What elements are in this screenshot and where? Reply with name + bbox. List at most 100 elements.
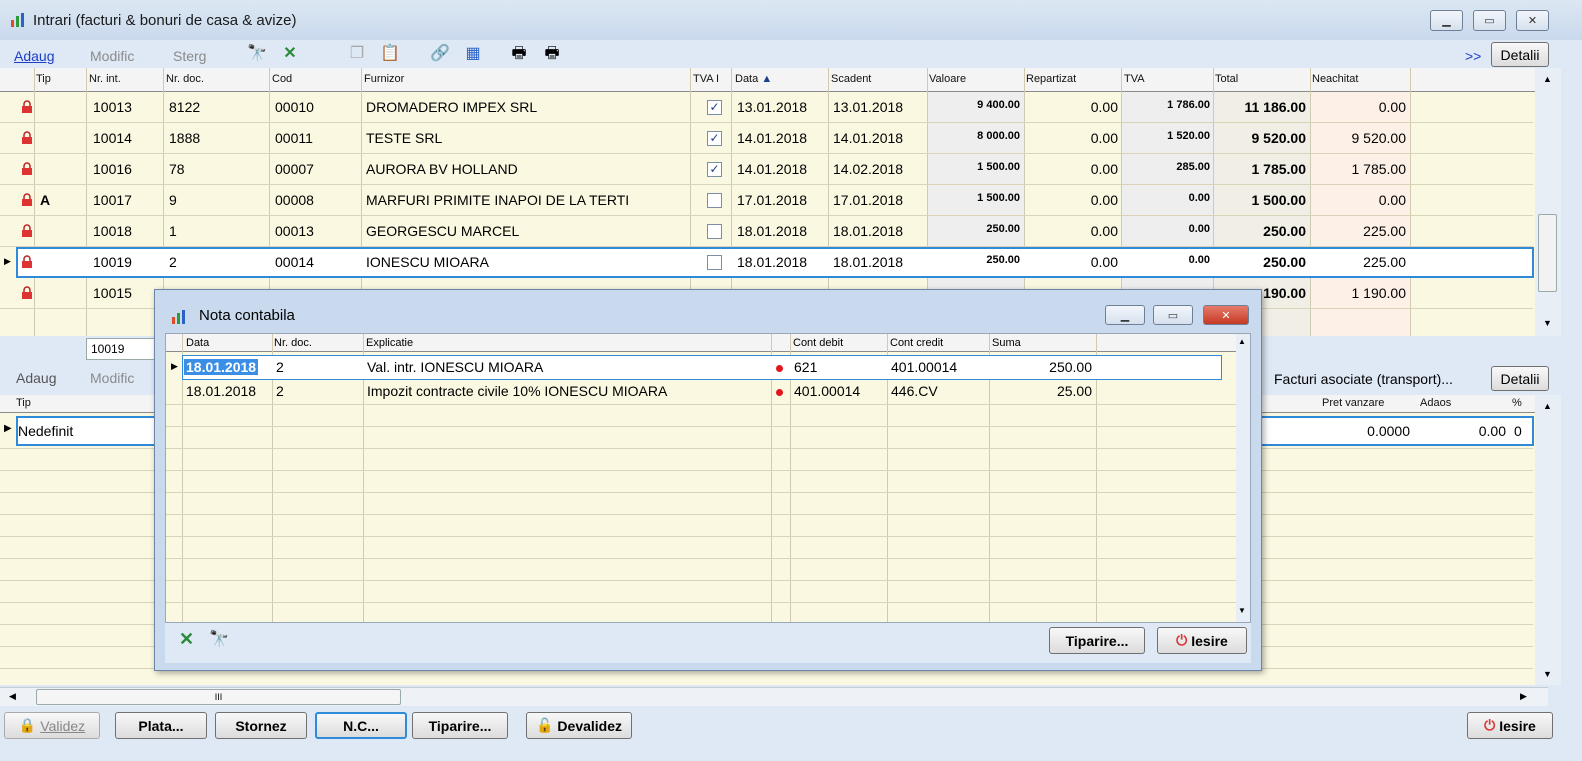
col-scadent[interactable]: Scadent	[831, 73, 871, 85]
dialog-maximize-button[interactable]: ▭	[1153, 305, 1193, 325]
col-total[interactable]: Total	[1215, 73, 1238, 85]
dlg-col-debit[interactable]: Cont debit	[793, 337, 843, 349]
lower-details-button[interactable]: Detalii	[1491, 366, 1549, 391]
tiparire-button[interactable]: Tiparire...	[412, 712, 508, 739]
excel-icon[interactable]: ✕	[179, 629, 194, 650]
valoare-cell: 9 400.00	[977, 99, 1020, 111]
maximize-icon: ▭	[1484, 15, 1495, 27]
tva-checkbox[interactable]	[707, 224, 722, 239]
devalidez-button[interactable]: 🔓 Devalidez	[526, 712, 632, 739]
col-tva-i[interactable]: TVA I	[693, 73, 719, 85]
dialog-minimize-button[interactable]: ▁	[1105, 305, 1145, 325]
dlg-col-data[interactable]: Data	[186, 337, 209, 349]
dlg-col-explicatie[interactable]: Explicatie	[366, 337, 413, 349]
current-nr-field[interactable]: 10019	[86, 338, 164, 360]
lower-col-pret[interactable]: Pret vanzare	[1322, 397, 1384, 409]
print-icon[interactable]: 🖶	[508, 44, 530, 64]
scroll-left-icon[interactable]: ◀	[9, 691, 16, 702]
lower-pct-cell: 0	[1514, 423, 1522, 439]
lower-vscroll[interactable]: ▲ ▼	[1535, 395, 1561, 685]
dialog-vscroll[interactable]: ▲ ▼	[1236, 334, 1250, 622]
col-cod[interactable]: Cod	[272, 73, 292, 85]
table-icon[interactable]: ▦	[462, 44, 484, 64]
dlg-scroll-down-icon[interactable]: ▼	[1238, 606, 1246, 615]
col-data[interactable]: Data ▲	[735, 73, 772, 85]
cod-cell: 00011	[275, 130, 313, 146]
stornez-button[interactable]: Stornez	[215, 712, 307, 739]
details-button[interactable]: Detalii	[1491, 42, 1549, 67]
repartizat-cell: 0.00	[1090, 130, 1118, 146]
copy-icon[interactable]: ❐	[346, 44, 368, 64]
close-button[interactable]: ✕	[1516, 10, 1549, 31]
dlg-scroll-up-icon[interactable]: ▲	[1238, 337, 1246, 346]
col-repartizat[interactable]: Repartizat	[1026, 73, 1076, 85]
main-vscroll[interactable]: ▲ ▼	[1535, 68, 1561, 336]
col-neachitat[interactable]: Neachitat	[1312, 73, 1358, 85]
delete-link[interactable]: Sterg	[173, 48, 206, 64]
nr-doc-cell: 1	[169, 223, 177, 239]
paste-icon[interactable]: 📋	[379, 44, 401, 64]
binoculars-icon[interactable]: 🔭	[246, 44, 268, 64]
valoare-cell: 250.00	[986, 223, 1020, 235]
minimize-button[interactable]: ▁	[1430, 10, 1463, 31]
dlg-col-credit[interactable]: Cont credit	[890, 337, 943, 349]
hscroll[interactable]: ◀ III ▶	[0, 687, 1548, 706]
lower-scroll-down-icon[interactable]: ▼	[1543, 669, 1552, 679]
lower-modify-link[interactable]: Modific	[90, 370, 134, 386]
plata-button[interactable]: Plata...	[115, 712, 207, 739]
app-icon	[11, 13, 24, 27]
lower-col-adaos[interactable]: Adaos	[1420, 397, 1451, 409]
link-icon[interactable]: 🔗	[429, 44, 451, 64]
scroll-right-icon[interactable]: ▶	[1520, 691, 1527, 702]
modify-link[interactable]: Modific	[90, 48, 134, 64]
lower-col-pct[interactable]: %	[1512, 397, 1522, 409]
associated-invoices-link[interactable]: Facturi asociate (transport)...	[1274, 371, 1453, 387]
dialog-print-button[interactable]: Tiparire...	[1049, 627, 1145, 654]
dlg-col-nr-doc[interactable]: Nr. doc.	[274, 337, 312, 349]
col-valoare[interactable]: Valoare	[929, 73, 966, 85]
col-tip[interactable]: Tip	[36, 73, 51, 85]
lower-tip-cell: Nedefinit	[18, 423, 74, 439]
lock-icon	[21, 224, 33, 238]
furnizor-cell: GEORGESCU MARCEL	[366, 223, 520, 239]
dlg-r1-data: 18.01.2018	[184, 359, 259, 375]
total-cell: 250.00	[1263, 223, 1306, 239]
validate-button[interactable]: 🔒 Validez	[4, 712, 100, 739]
nc-button[interactable]: N.C...	[315, 712, 407, 739]
lower-add-link[interactable]: Adaug	[16, 370, 56, 386]
neachitat-cell: 1 785.00	[1351, 161, 1407, 177]
scroll-up-icon[interactable]: ▲	[1543, 74, 1552, 84]
lower-scroll-up-icon[interactable]: ▲	[1543, 401, 1552, 411]
tva-cell: 285.00	[1176, 161, 1210, 173]
scroll-thumb[interactable]	[1538, 214, 1557, 292]
col-nr-doc[interactable]: Nr. doc.	[166, 73, 204, 85]
neachitat-cell: 1 190.00	[1351, 285, 1407, 301]
col-tva[interactable]: TVA	[1124, 73, 1145, 85]
red-dot-icon	[776, 389, 783, 396]
binoculars-icon[interactable]: 🔭	[209, 629, 229, 649]
tva-checkbox[interactable]: ✓	[707, 131, 722, 146]
tva-cell: 0.00	[1188, 223, 1210, 235]
maximize-button[interactable]: ▭	[1473, 10, 1506, 31]
excel-icon[interactable]: ✕	[279, 44, 301, 64]
dialog-exit-button[interactable]: ⏻ Iesire	[1157, 627, 1247, 654]
minimize-icon: ▁	[1442, 15, 1451, 27]
add-link[interactable]: Adaug	[14, 48, 54, 64]
print-preview-icon[interactable]: 🖶	[541, 44, 563, 64]
tva-checkbox[interactable]: ✓	[707, 100, 722, 115]
lower-col-tip[interactable]: Tip	[16, 397, 31, 409]
window-title: Intrari (facturi & bonuri de casa & aviz…	[33, 12, 297, 29]
dlg-r1-credit: 401.00014	[891, 359, 958, 375]
scroll-down-icon[interactable]: ▼	[1543, 318, 1552, 328]
hscroll-thumb[interactable]: III	[36, 689, 401, 705]
col-furnizor[interactable]: Furnizor	[364, 73, 404, 85]
tva-checkbox[interactable]	[707, 193, 722, 208]
more-link[interactable]: >>	[1465, 48, 1481, 64]
tva-checkbox[interactable]	[707, 255, 722, 270]
exit-button[interactable]: ⏻ Iesire	[1467, 712, 1553, 739]
dlg-col-suma[interactable]: Suma	[992, 337, 1021, 349]
dlg-r2-debit: 401.00014	[794, 383, 861, 399]
col-nr-int[interactable]: Nr. int.	[89, 73, 121, 85]
tva-checkbox[interactable]: ✓	[707, 162, 722, 177]
dialog-close-button[interactable]: ✕	[1203, 305, 1249, 325]
